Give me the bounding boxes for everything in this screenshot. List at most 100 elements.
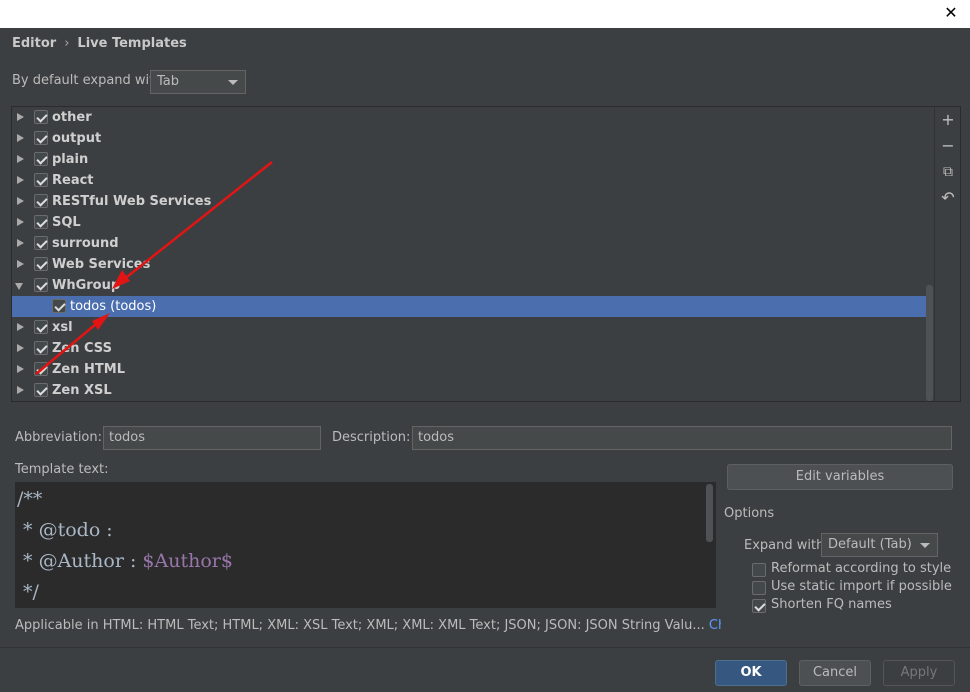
expand-right-icon[interactable] <box>17 239 24 247</box>
template-line: /** <box>17 488 43 510</box>
expand-right-icon[interactable] <box>17 176 24 184</box>
template-checkbox[interactable] <box>34 194 48 208</box>
abbreviation-field[interactable]: todos <box>103 426 321 450</box>
template-label: Web Services <box>52 257 151 272</box>
template-label: React <box>52 173 94 188</box>
remove-icon[interactable]: − <box>939 137 957 155</box>
expand-with-value: Default (Tab) <box>828 537 912 552</box>
template-checkbox[interactable] <box>34 278 48 292</box>
template-checkbox[interactable] <box>34 215 48 229</box>
expand-right-icon[interactable] <box>17 260 24 268</box>
tree-scrollbar[interactable] <box>926 285 933 401</box>
expand-right-icon[interactable] <box>17 386 24 394</box>
expand-right-icon[interactable] <box>17 218 24 226</box>
template-checkbox[interactable] <box>34 131 48 145</box>
template-label: RESTful Web Services <box>52 194 212 209</box>
footer-divider <box>0 647 970 648</box>
breadcrumb-separator: › <box>64 36 70 51</box>
template-group[interactable]: Zen XSL <box>12 380 933 401</box>
breadcrumb-editor[interactable]: Editor <box>12 36 56 51</box>
apply-button[interactable]: Apply <box>883 660 955 686</box>
template-label: Zen CSS <box>52 341 112 356</box>
breadcrumb: Editor › Live Templates <box>12 36 187 54</box>
template-group[interactable]: surround <box>12 233 933 254</box>
default-expand-label: By default expand with <box>12 73 163 88</box>
template-checkbox[interactable] <box>34 257 48 271</box>
template-label: output <box>52 131 102 146</box>
template-group[interactable]: other <box>12 107 933 128</box>
template-checkbox[interactable] <box>34 341 48 355</box>
expand-right-icon[interactable] <box>17 134 24 142</box>
template-checkbox[interactable] <box>34 173 48 187</box>
template-label: SQL <box>52 215 81 230</box>
expand-right-icon[interactable] <box>17 323 24 331</box>
templates-tree-panel: other output plain React RESTful Web Service… <box>11 106 961 402</box>
template-label: Zen XSL <box>52 383 112 398</box>
template-checkbox[interactable] <box>34 110 48 124</box>
template-label: other <box>52 110 92 125</box>
editor-scrollbar[interactable] <box>706 484 713 542</box>
template-line: */ <box>17 581 39 603</box>
template-checkbox[interactable] <box>34 383 48 397</box>
expand-right-icon[interactable] <box>17 344 24 352</box>
template-checkbox[interactable] <box>34 236 48 250</box>
template-text-editor[interactable]: /** * @todo : * @Author : $Author$ */ <box>15 482 716 608</box>
expand-right-icon[interactable] <box>17 155 24 163</box>
template-group[interactable]: SQL <box>12 212 933 233</box>
template-line: * @Author : $Author$ <box>17 550 233 572</box>
expand-right-icon[interactable] <box>17 197 24 205</box>
expand-right-icon[interactable] <box>17 113 24 121</box>
close-icon[interactable]: ✕ <box>940 2 962 24</box>
default-expand-select[interactable]: Tab <box>150 70 246 94</box>
add-icon[interactable]: + <box>939 111 957 129</box>
template-group[interactable]: WhGroup <box>12 275 933 296</box>
shorten-fq-checkbox[interactable] <box>752 599 766 613</box>
ok-button[interactable]: OK <box>715 660 787 686</box>
description-field[interactable]: todos <box>412 426 952 450</box>
template-checkbox[interactable] <box>34 362 48 376</box>
reformat-label[interactable]: Reformat according to style <box>771 561 951 576</box>
applicable-text: Applicable in HTML: HTML Text; HTML; XML… <box>15 618 705 633</box>
restore-icon[interactable]: ↶ <box>939 189 957 207</box>
description-label: Description: <box>332 430 411 445</box>
template-group[interactable]: Web Services <box>12 254 933 275</box>
edit-variables-button[interactable]: Edit variables <box>727 464 953 490</box>
change-link-label[interactable]: Change <box>709 618 721 633</box>
shorten-fq-label[interactable]: Shorten FQ names <box>771 597 892 612</box>
breadcrumb-live-templates: Live Templates <box>77 36 187 51</box>
expand-down-icon[interactable] <box>15 283 23 290</box>
template-label: surround <box>52 236 119 251</box>
template-variable: $Author$ <box>142 550 233 572</box>
tree-toolbar: + − ⧉ ↶ <box>934 107 960 401</box>
template-checkbox[interactable] <box>52 299 66 313</box>
template-group[interactable]: Zen HTML <box>12 359 933 380</box>
expand-with-select[interactable]: Default (Tab) <box>821 533 938 557</box>
chevron-down-icon <box>228 80 238 85</box>
template-label: todos (todos) <box>70 299 157 314</box>
copy-icon[interactable]: ⧉ <box>939 163 957 181</box>
template-label: plain <box>52 152 89 167</box>
cancel-button[interactable]: Cancel <box>799 660 871 686</box>
static-import-checkbox[interactable] <box>752 581 766 595</box>
template-checkbox[interactable] <box>34 320 48 334</box>
template-item[interactable]: todos (todos) <box>12 296 933 317</box>
template-group[interactable]: plain <box>12 149 933 170</box>
template-group[interactable]: xsl <box>12 317 933 338</box>
template-group[interactable]: output <box>12 128 933 149</box>
templates-tree: other output plain React RESTful Web Service… <box>12 107 933 401</box>
template-label: WhGroup <box>52 278 121 293</box>
template-text-label: Template text: <box>15 462 109 477</box>
template-line-text: * @Author : <box>17 550 143 572</box>
expand-right-icon[interactable] <box>17 365 24 373</box>
default-expand-value: Tab <box>157 74 180 89</box>
template-checkbox[interactable] <box>34 152 48 166</box>
template-group[interactable]: Zen CSS <box>12 338 933 359</box>
options-title: Options <box>724 506 775 521</box>
static-import-label[interactable]: Use static import if possible <box>771 579 952 594</box>
template-group[interactable]: RESTful Web Services <box>12 191 933 212</box>
change-link[interactable]: Change ⌄ <box>709 618 721 633</box>
reformat-checkbox[interactable] <box>752 563 766 577</box>
template-group[interactable]: React <box>12 170 933 191</box>
abbreviation-label: Abbreviation: <box>15 430 103 445</box>
applicable-contexts: Applicable in HTML: HTML Text; HTML; XML… <box>15 618 721 633</box>
